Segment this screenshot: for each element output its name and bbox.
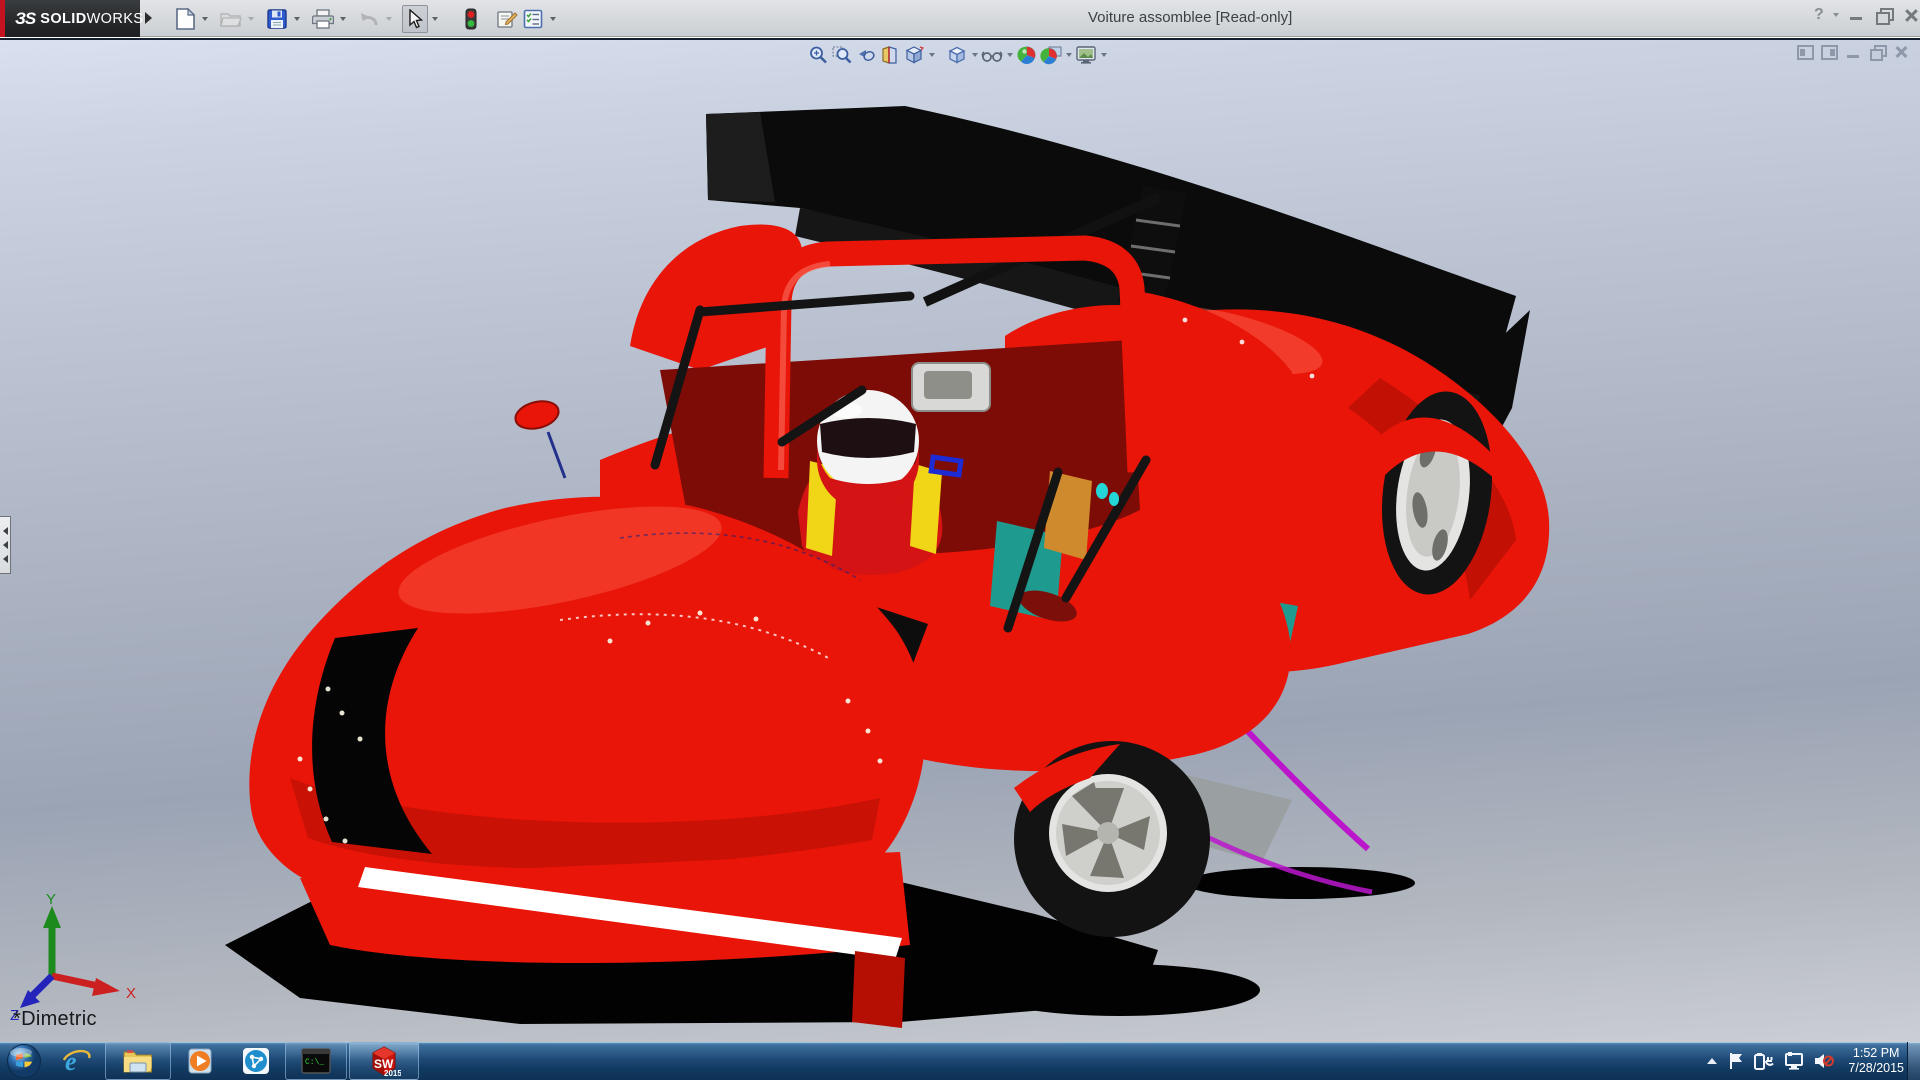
triad-y-label: Y — [46, 894, 56, 908]
main-toolbar — [172, 3, 566, 34]
menu-flyout-arrow-icon[interactable] — [145, 12, 152, 24]
solidworks-icon-badge: 2015 — [384, 1069, 401, 1078]
solidworks-logo-glyph: ЗS — [15, 9, 35, 29]
help-dropdown-caret[interactable] — [1833, 13, 1839, 17]
reference-triad: Y X Z — [8, 894, 158, 1024]
undo-button[interactable] — [356, 5, 382, 33]
triad-x-label: X — [126, 985, 136, 1002]
graphics-viewport[interactable]: Y X Z *Dimetric — [0, 38, 1920, 1042]
taskbar-media-player[interactable] — [172, 1042, 228, 1080]
network-display-icon[interactable] — [1784, 1052, 1804, 1070]
windows-start-orb-icon — [6, 1043, 42, 1079]
help-icon[interactable]: ? — [1814, 6, 1824, 24]
select-tool-button[interactable] — [402, 5, 428, 33]
interference-check-button[interactable] — [458, 5, 484, 33]
blue-node-app-icon — [241, 1046, 271, 1076]
window-controls: ? — [1814, 6, 1920, 24]
system-tray: 1:52 PM 7/28/2015 — [1706, 1042, 1904, 1080]
save-dropdown-caret[interactable] — [290, 5, 304, 33]
media-player-icon — [185, 1046, 215, 1076]
view-orientation-label: *Dimetric — [13, 1008, 97, 1031]
triad-y-arrow — [43, 906, 61, 928]
rear-center-wheel[interactable] — [1014, 741, 1210, 937]
open-button[interactable] — [218, 5, 244, 33]
brand-name-bold: SOLID — [40, 11, 86, 27]
taskbar-command-prompt[interactable]: C:\_ — [285, 1042, 347, 1080]
new-document-icon — [176, 8, 195, 30]
3d-model-voiture-assemblee[interactable] — [0, 40, 1920, 1042]
new-document-button[interactable] — [172, 5, 198, 33]
save-button[interactable] — [264, 5, 290, 33]
solidworks-logo: ЗS SOLIDWORKS — [0, 0, 140, 37]
triad-x-arrow — [92, 978, 120, 996]
taskbar-solidworks[interactable]: SW 2015 — [349, 1042, 419, 1080]
front-bodywork[interactable] — [249, 485, 925, 1028]
close-icon[interactable] — [1902, 7, 1920, 23]
brand-name-light: WORKS — [87, 11, 144, 27]
minimize-icon[interactable] — [1848, 7, 1866, 23]
command-prompt-icon: C:\_ — [300, 1047, 332, 1075]
taskbar-internet-explorer[interactable]: e — [48, 1042, 104, 1080]
start-button[interactable] — [0, 1042, 48, 1080]
taskbar-clock[interactable]: 1:52 PM 7/28/2015 — [1844, 1046, 1904, 1076]
action-center-flag-icon[interactable] — [1728, 1052, 1744, 1070]
print-button[interactable] — [310, 5, 336, 33]
interference-traffic-light-icon — [465, 8, 477, 30]
restore-icon[interactable] — [1875, 7, 1893, 23]
window-title: Voiture assomblee [Read-only] — [1088, 9, 1292, 26]
show-hidden-icons-arrow[interactable] — [1706, 1056, 1718, 1066]
new-dropdown-caret[interactable] — [198, 5, 212, 33]
volume-muted-icon[interactable] — [1814, 1052, 1834, 1070]
undo-dropdown-caret[interactable] — [382, 5, 396, 33]
options-checklist-icon — [523, 9, 543, 29]
edit-appearance-document-icon — [496, 9, 518, 29]
options-dropdown-caret[interactable] — [546, 5, 560, 33]
edit-document-button[interactable] — [494, 5, 520, 33]
options-button[interactable] — [520, 5, 546, 33]
clock-time: 1:52 PM — [1848, 1046, 1904, 1061]
select-dropdown-caret[interactable] — [428, 5, 442, 33]
save-icon — [267, 9, 287, 29]
internet-explorer-icon: e — [61, 1046, 91, 1076]
titlebar: ЗS SOLIDWORKS — [0, 0, 1920, 37]
taskbar-windows-explorer[interactable] — [105, 1042, 171, 1080]
helmet-visor — [820, 418, 916, 458]
print-icon — [312, 9, 334, 29]
clock-date: 7/28/2015 — [1848, 1061, 1904, 1076]
folder-icon — [122, 1047, 154, 1075]
undo-icon — [358, 9, 380, 29]
open-folder-icon — [220, 10, 242, 28]
taskbar-app-hub[interactable] — [228, 1042, 284, 1080]
taskbar: e C:\_ — [0, 1042, 1920, 1080]
power-plug-icon[interactable] — [1754, 1052, 1774, 1070]
air-intake-box[interactable] — [912, 363, 990, 411]
select-cursor-icon — [407, 9, 423, 29]
open-dropdown-caret[interactable] — [244, 5, 258, 33]
command-prompt-icon-text: C:\_ — [305, 1058, 324, 1067]
print-dropdown-caret[interactable] — [336, 5, 350, 33]
left-mirror[interactable] — [513, 397, 565, 478]
show-desktop-button[interactable] — [1907, 1042, 1920, 1080]
solidworks-app-icon: SW 2015 — [367, 1044, 401, 1078]
